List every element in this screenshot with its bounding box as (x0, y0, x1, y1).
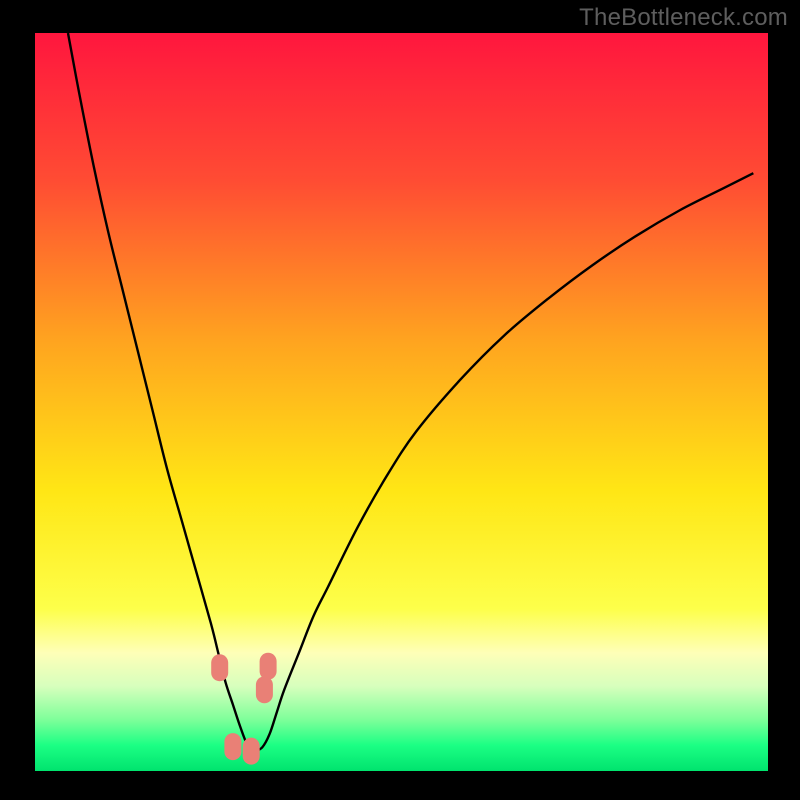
data-marker (211, 654, 228, 681)
bottleneck-chart (0, 0, 800, 800)
data-marker (256, 676, 273, 703)
data-marker (260, 653, 277, 680)
data-marker (243, 738, 260, 765)
plot-background (35, 33, 768, 771)
watermark-text: TheBottleneck.com (579, 4, 788, 32)
data-marker (224, 733, 241, 760)
chart-stage: TheBottleneck.com (0, 0, 800, 800)
